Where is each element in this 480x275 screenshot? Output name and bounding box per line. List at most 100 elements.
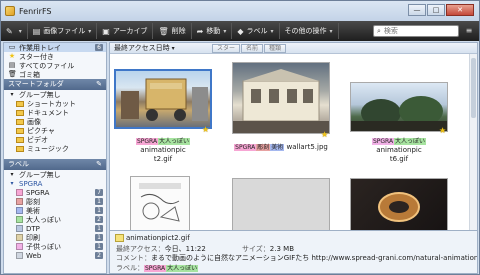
tag-badge: 彫刻 [256, 144, 271, 151]
label-item[interactable]: 子供っぽい 1 [4, 242, 106, 251]
scrollbar-thumb[interactable] [471, 58, 476, 118]
info-filename: animationpict2.gif [126, 234, 190, 242]
edit-icon[interactable]: ✎ [96, 79, 102, 90]
menu-icon[interactable]: ≡ [463, 25, 475, 37]
label-item-name: DTP [26, 224, 40, 233]
minimize-button[interactable]: — [408, 4, 426, 16]
info-label-row: ラベル：SPGRA 大人っぽい [116, 263, 199, 273]
sort-name-button[interactable]: 名前 [241, 44, 264, 53]
new-button[interactable]: ✎ ▾ [1, 23, 28, 39]
triangle-down-icon: ▾ [10, 180, 14, 187]
landscape-image [351, 96, 447, 131]
info-size-label: サイズ： [242, 245, 270, 253]
close-button[interactable]: ✕ [446, 4, 474, 16]
label-header[interactable]: ラベル ✎ [4, 159, 106, 170]
label-item-name: Web [26, 251, 42, 260]
chevron-down-icon: ▾ [18, 27, 22, 35]
folder-icon [16, 136, 24, 143]
label-item-name: SPGRA [26, 188, 50, 197]
section-title: スマートフォルダ [8, 80, 64, 88]
file-name-part: t2.gif [153, 155, 173, 163]
trash-icon: 🗑 [158, 26, 169, 36]
label-color-swatch [16, 243, 23, 250]
drawing-image [139, 183, 181, 222]
smart-folder-item[interactable]: 画像 [4, 117, 106, 126]
label-item[interactable]: Web 2 [4, 251, 106, 260]
thumbnail[interactable] [232, 178, 330, 234]
count-badge: 1 [95, 198, 103, 205]
sort-type-button[interactable]: 種類 [264, 44, 287, 53]
file-caption: SPGRA 彫刻 美術 wallart5.jpg [231, 143, 331, 152]
tag-badge: 大人っぽい [394, 138, 427, 145]
tag-badge: SPGRA [144, 265, 167, 272]
info-url[interactable]: http://www.spread-grani.com/natural-anim… [311, 254, 477, 262]
label-color-swatch [16, 207, 23, 214]
smart-folder-header[interactable]: スマートフォルダ ✎ [4, 79, 106, 90]
archive-label: アーカイブ [112, 27, 148, 35]
search-input[interactable] [383, 27, 454, 35]
app-icon [5, 6, 15, 16]
count-badge: 2 [95, 216, 103, 223]
sort-buttons: スター 名前 種類 [212, 44, 287, 53]
file-caption: SPGRA 大人っぽい animationpic t6.gif [349, 137, 449, 164]
maximize-button[interactable]: □ [427, 4, 445, 16]
tag-badge: SPGRA [234, 144, 257, 151]
move-button[interactable]: ➦ 移動 ▾ [192, 23, 233, 39]
delete-button[interactable]: 🗑 削除 [153, 23, 192, 39]
sidebar-item-trash[interactable]: 🗑 ゴミ箱 [4, 70, 106, 79]
info-comment-row: コメント：まるで動画のように自然なアニメーションGIFたち http://www… [116, 253, 477, 263]
file-type-label: 画像ファイル [43, 27, 86, 35]
info-comment-label: コメント： [116, 254, 151, 262]
folder-icon [16, 109, 24, 116]
label-color-swatch [16, 225, 23, 232]
file-type-button[interactable]: ▤ 画像ファイル ▾ [28, 23, 98, 39]
window-controls: — □ ✕ [408, 4, 474, 16]
vertical-scrollbar[interactable] [469, 54, 477, 232]
smart-folder-item[interactable]: ミュージック [4, 144, 106, 153]
delete-label: 削除 [171, 27, 186, 35]
sort-star-button[interactable]: スター [212, 44, 241, 53]
label-group-spgra[interactable]: ▾ SPGRA [4, 179, 106, 188]
tag-badge: 大人っぽい [158, 138, 191, 145]
smart-folder-item[interactable]: ドキュメント [4, 108, 106, 117]
label-item[interactable]: DTP 1 [4, 224, 106, 233]
sort-dropdown[interactable]: 最終アクセス日時 [114, 43, 170, 53]
label-button[interactable]: ◆ ラベル ▾ [232, 23, 280, 39]
pen-icon: ✎ [6, 26, 13, 36]
label-group-header[interactable]: ▾ グループ無し [4, 170, 106, 179]
label-color-swatch [16, 216, 23, 223]
label-color-swatch [16, 234, 23, 241]
cart-image [121, 78, 208, 121]
archive-button[interactable]: ▣ アーカイブ [97, 23, 154, 39]
label-item[interactable]: SPGRA 7 [4, 188, 106, 197]
trash-icon: 🗑 [8, 70, 17, 78]
thumbnail[interactable] [350, 82, 448, 132]
thumbnail[interactable] [232, 62, 330, 134]
label-item-name: 子供っぽい [26, 242, 61, 251]
smart-folder-item[interactable]: ピクチャ [4, 126, 106, 135]
app-window: FenrirFS — □ ✕ ✎ ▾ ▤ 画像ファイル ▾ ▣ アーカイブ 🗑 … [0, 0, 480, 275]
folder-icon [16, 127, 24, 134]
sidebar: ▭ 作業用トレイ 6 ★ スター付き ▤ すべてのファイル 🗑 ゴミ箱 スマート… [3, 42, 107, 274]
thumbnail[interactable] [130, 176, 190, 234]
file-caption: SPGRA 大人っぽい animationpic t2.gif [113, 137, 213, 164]
search-icon: ⌕ [377, 26, 381, 35]
folder-icon [16, 118, 24, 125]
edit-icon[interactable]: ✎ [96, 159, 102, 170]
label-item[interactable]: 彫刻 1 [4, 197, 106, 206]
file-name-part: wallart5.jpg [286, 143, 328, 151]
other-actions-button[interactable]: その他の操作 ▾ [280, 23, 339, 39]
search-box[interactable]: ⌕ [373, 25, 459, 37]
arrow-icon: ➦ [196, 26, 204, 36]
thumbnail[interactable] [350, 178, 448, 234]
count-badge: 2 [95, 252, 103, 259]
label-item[interactable]: 大人っぽい 2 [4, 215, 106, 224]
star-icon[interactable]: ★ [202, 125, 209, 134]
move-label: 移動 [206, 27, 221, 35]
star-icon[interactable]: ★ [321, 130, 328, 139]
thumbnail-selected[interactable] [114, 69, 212, 129]
tag-badge: SPGRA [135, 138, 159, 145]
star-icon[interactable]: ★ [439, 126, 446, 135]
count-badge: 6 [95, 44, 103, 51]
label-color-swatch [16, 252, 23, 259]
